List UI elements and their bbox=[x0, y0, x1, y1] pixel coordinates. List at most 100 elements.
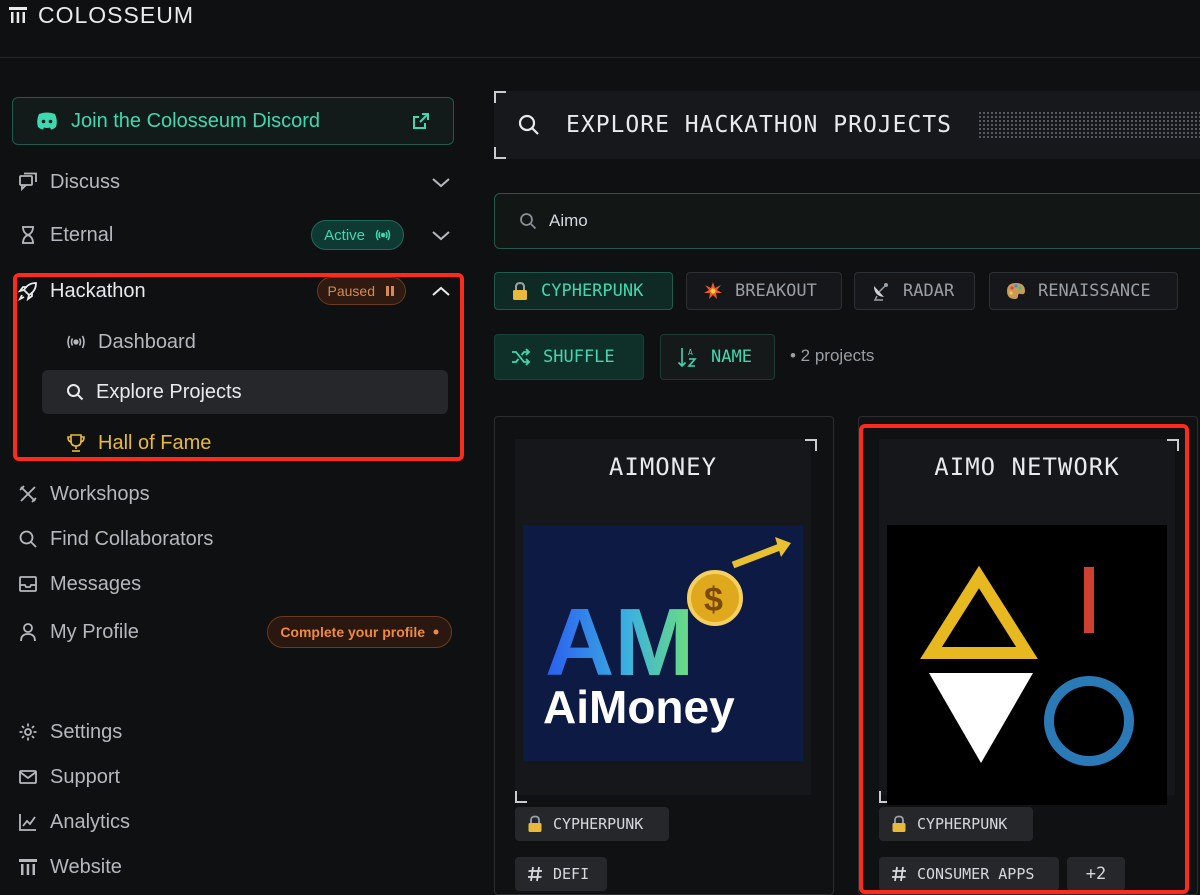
dot-icon bbox=[433, 629, 439, 635]
svg-text:AM: AM bbox=[545, 589, 694, 696]
chevron-down-icon[interactable] bbox=[430, 171, 452, 193]
tag-label: CYPHERPUNK bbox=[553, 815, 644, 833]
colosseum-icon bbox=[9, 7, 27, 23]
brand-logo[interactable]: COLOSSEUM bbox=[8, 0, 194, 30]
colosseum-icon bbox=[18, 857, 38, 877]
nav-settings-label: Settings bbox=[50, 720, 123, 743]
chip-label: CYPHERPUNK bbox=[541, 281, 644, 301]
sidebar-item-dashboard[interactable]: Dashboard bbox=[42, 320, 448, 364]
project-search-field[interactable] bbox=[494, 193, 1200, 249]
nav-eternal[interactable]: Eternal Active bbox=[18, 217, 452, 253]
inbox-icon bbox=[18, 574, 38, 594]
category-tag[interactable]: CYPHERPUNK bbox=[879, 807, 1033, 841]
page-title: EXPLORE HACKATHON PROJECTS bbox=[566, 112, 953, 138]
rocket-icon bbox=[18, 281, 38, 301]
lock-icon bbox=[892, 815, 906, 832]
chip-label: RADAR bbox=[903, 281, 955, 301]
corner-bracket bbox=[494, 147, 506, 159]
shuffle-label: SHUFFLE bbox=[543, 347, 615, 367]
discord-label: Join the Colosseum Discord bbox=[71, 109, 320, 132]
sidebar-item-explore-projects[interactable]: Explore Projects bbox=[42, 370, 448, 414]
nav-hackathon[interactable]: Hackathon Paused bbox=[18, 273, 452, 309]
more-tags-badge[interactable]: +2 bbox=[1067, 857, 1125, 891]
track-tag[interactable]: CONSUMER APPS bbox=[879, 857, 1059, 891]
project-title: AIMONEY bbox=[608, 453, 718, 481]
broadcast-icon bbox=[67, 335, 85, 349]
nav-support[interactable]: Support bbox=[18, 759, 452, 795]
sidebar-item-hall-of-fame[interactable]: Hall of Fame bbox=[42, 421, 448, 465]
shuffle-button[interactable]: SHUFFLE bbox=[494, 334, 644, 380]
nav-workshops-label: Workshops bbox=[50, 482, 150, 505]
sort-az-icon: A bbox=[677, 348, 697, 368]
card-preview: AIMONEY AM $ AiMoney bbox=[515, 439, 817, 803]
category-tag[interactable]: CYPHERPUNK bbox=[515, 807, 669, 841]
corner-bracket bbox=[494, 91, 506, 103]
nav-my-profile-label: My Profile bbox=[50, 620, 139, 643]
filter-chip-cypherpunk[interactable]: CYPHERPUNK bbox=[494, 272, 673, 310]
chip-label: RENAISSANCE bbox=[1038, 281, 1151, 301]
sidebar-item-label: Dashboard bbox=[98, 330, 196, 353]
gear-icon bbox=[18, 722, 38, 742]
hash-icon bbox=[528, 866, 542, 882]
explosion-icon bbox=[704, 282, 722, 299]
card-preview: AIMO NETWORK bbox=[879, 439, 1179, 805]
corner-bracket bbox=[805, 439, 817, 451]
paused-badge-label: Paused bbox=[327, 283, 375, 299]
palette-icon bbox=[1007, 283, 1025, 299]
aimoney-logo-image: AM $ AiMoney bbox=[523, 525, 803, 761]
nav-messages[interactable]: Messages bbox=[18, 566, 452, 602]
satellite-dish-icon bbox=[873, 283, 888, 301]
join-discord-button[interactable]: Join the Colosseum Discord bbox=[12, 97, 454, 145]
nav-discuss[interactable]: Discuss bbox=[18, 164, 452, 200]
nav-website-label: Website bbox=[50, 855, 122, 878]
aimo-network-logo-image bbox=[887, 525, 1167, 805]
shuffle-icon bbox=[512, 348, 531, 366]
nav-website[interactable]: Website bbox=[18, 849, 452, 885]
track-tag[interactable]: DEFI bbox=[515, 857, 607, 891]
nav-analytics-label: Analytics bbox=[50, 810, 131, 833]
main-content: EXPLORE HACKATHON PROJECTS CYPHERPUNK BR… bbox=[470, 58, 1200, 895]
filter-chip-breakout[interactable]: BREAKOUT bbox=[686, 272, 842, 310]
mail-icon bbox=[18, 767, 38, 787]
filter-chip-radar[interactable]: RADAR bbox=[854, 272, 975, 310]
dot-pattern bbox=[978, 111, 1200, 139]
trophy-icon bbox=[67, 434, 85, 452]
status-badge-paused: Paused bbox=[316, 277, 406, 305]
sort-name-button[interactable]: A NAME bbox=[660, 334, 775, 380]
project-card-aimo-network[interactable]: AIMO NETWORK CYPHERPUNK CONSUMER APPS +2 bbox=[858, 416, 1198, 895]
nav-hackathon-label: Hackathon bbox=[50, 279, 146, 302]
chevron-up-icon[interactable] bbox=[430, 280, 452, 302]
filter-chip-renaissance[interactable]: RENAISSANCE bbox=[989, 272, 1178, 310]
nav-analytics[interactable]: Analytics bbox=[18, 804, 452, 840]
status-badge-active: Active bbox=[311, 220, 404, 250]
nav-messages-label: Messages bbox=[50, 572, 142, 595]
sidebar-item-label: Hall of Fame bbox=[98, 431, 212, 454]
nav-find-collaborators-label: Find Collaborators bbox=[50, 527, 214, 550]
tag-label: CYPHERPUNK bbox=[917, 815, 1008, 833]
chat-bubbles-icon bbox=[18, 172, 38, 192]
search-icon bbox=[18, 529, 38, 549]
tag-label: DEFI bbox=[553, 865, 590, 883]
lock-icon bbox=[513, 281, 527, 300]
lock-icon bbox=[528, 815, 542, 832]
svg-text:$: $ bbox=[704, 581, 723, 619]
nav-settings[interactable]: Settings bbox=[18, 714, 452, 750]
active-badge-label: Active bbox=[324, 226, 365, 244]
svg-text:A: A bbox=[688, 348, 693, 357]
project-card-aimoney[interactable]: AIMONEY AM $ AiMoney CYPHERPUNK DEFI bbox=[494, 416, 834, 895]
nav-eternal-label: Eternal bbox=[50, 223, 114, 246]
chevron-down-icon[interactable] bbox=[430, 224, 452, 246]
nav-find-collaborators[interactable]: Find Collaborators bbox=[18, 521, 452, 557]
project-title: AIMO NETWORK bbox=[934, 453, 1120, 481]
corner-bracket bbox=[1167, 439, 1179, 451]
corner-bracket bbox=[515, 791, 527, 803]
nav-workshops[interactable]: Workshops bbox=[18, 476, 452, 512]
nav-my-profile[interactable]: My Profile Complete your profile bbox=[18, 614, 452, 650]
sidebar: Join the Colosseum Discord Discuss Etern… bbox=[0, 58, 470, 895]
search-input[interactable] bbox=[549, 211, 1149, 231]
complete-profile-badge[interactable]: Complete your profile bbox=[267, 616, 452, 648]
complete-profile-label: Complete your profile bbox=[280, 624, 425, 640]
search-icon bbox=[67, 384, 84, 401]
sort-label: NAME bbox=[711, 347, 752, 367]
chip-label: BREAKOUT bbox=[735, 281, 817, 301]
